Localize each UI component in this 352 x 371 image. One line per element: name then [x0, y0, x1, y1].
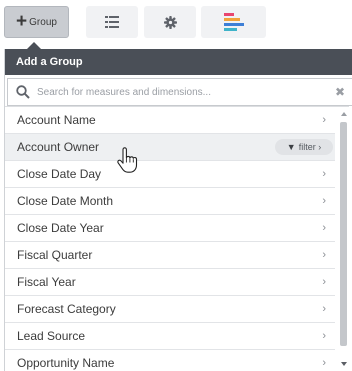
hand-cursor-icon	[117, 147, 138, 173]
close-icon[interactable]: ✖	[335, 86, 345, 98]
chevron-right-icon[interactable]: ›	[322, 277, 326, 288]
search-icon	[16, 85, 30, 99]
gear-icon	[163, 15, 177, 29]
list-item-label: Account Name	[17, 113, 96, 127]
list-icon	[105, 16, 119, 28]
list-item[interactable]: Fiscal Quarter ›	[5, 242, 335, 269]
search-box: ✖	[7, 78, 352, 106]
add-group-panel: Add a Group ✖ Account Name › Account Own…	[4, 49, 352, 371]
list-item-label: Close Date Month	[17, 194, 114, 208]
search-input[interactable]	[37, 80, 317, 104]
scroll-up-arrow-icon[interactable]	[341, 112, 347, 116]
panel-title: Add a Group	[5, 49, 352, 75]
funnel-icon: ▼	[286, 142, 296, 152]
list-item-label: Account Owner	[17, 140, 100, 154]
plus-icon: +	[16, 10, 28, 32]
chevron-right-icon[interactable]: ›	[322, 331, 326, 342]
chevron-right-icon[interactable]: ›	[322, 196, 326, 207]
chevron-right-icon[interactable]: ›	[322, 250, 326, 261]
list-item-label: Fiscal Quarter	[17, 248, 93, 262]
scroll-down-arrow-icon[interactable]	[341, 362, 347, 366]
add-group-button[interactable]: + Group	[4, 6, 69, 38]
list-item-label: Forecast Category	[17, 302, 116, 316]
list-item[interactable]: Lead Source ›	[5, 323, 335, 350]
list-item[interactable]: Account Name ›	[5, 107, 335, 134]
filter-button-label: filter ›	[298, 142, 322, 152]
chevron-right-icon[interactable]: ›	[322, 115, 326, 126]
list-item-label: Opportunity Name	[17, 356, 115, 370]
list-item-label: Fiscal Year	[17, 275, 76, 289]
list-item[interactable]: Account Owner ▼ filter ›	[5, 134, 335, 161]
chevron-right-icon[interactable]: ›	[322, 169, 326, 180]
scroll-thumb[interactable]	[340, 122, 347, 346]
chart-button[interactable]	[201, 6, 266, 38]
list-item-label: Close Date Day	[17, 167, 102, 181]
bar-chart-icon	[223, 13, 244, 31]
list-item[interactable]: Close Date Year ›	[5, 215, 335, 242]
list-item[interactable]: Opportunity Name ›	[5, 350, 335, 371]
chevron-right-icon[interactable]: ›	[322, 223, 326, 234]
scrollbar[interactable]	[338, 107, 349, 371]
dimension-list[interactable]: Account Name › Account Owner ▼ filter › …	[5, 106, 349, 371]
toolbar: + Group	[0, 0, 352, 44]
chevron-right-icon[interactable]: ›	[322, 358, 326, 369]
list-item[interactable]: Fiscal Year ›	[5, 269, 335, 296]
list-item[interactable]: Close Date Month ›	[5, 188, 335, 215]
list-item[interactable]: Close Date Day ›	[5, 161, 335, 188]
chevron-right-icon[interactable]: ›	[322, 304, 326, 315]
list-item[interactable]: Forecast Category ›	[5, 296, 335, 323]
dimension-list-items: Account Name › Account Owner ▼ filter › …	[5, 107, 335, 371]
list-view-button[interactable]	[86, 6, 138, 38]
filter-button[interactable]: ▼ filter ›	[275, 139, 333, 155]
list-item-label: Close Date Year	[17, 221, 104, 235]
list-item-label: Lead Source	[17, 329, 86, 343]
settings-button[interactable]	[144, 6, 196, 38]
add-group-button-label: Group	[29, 16, 57, 28]
